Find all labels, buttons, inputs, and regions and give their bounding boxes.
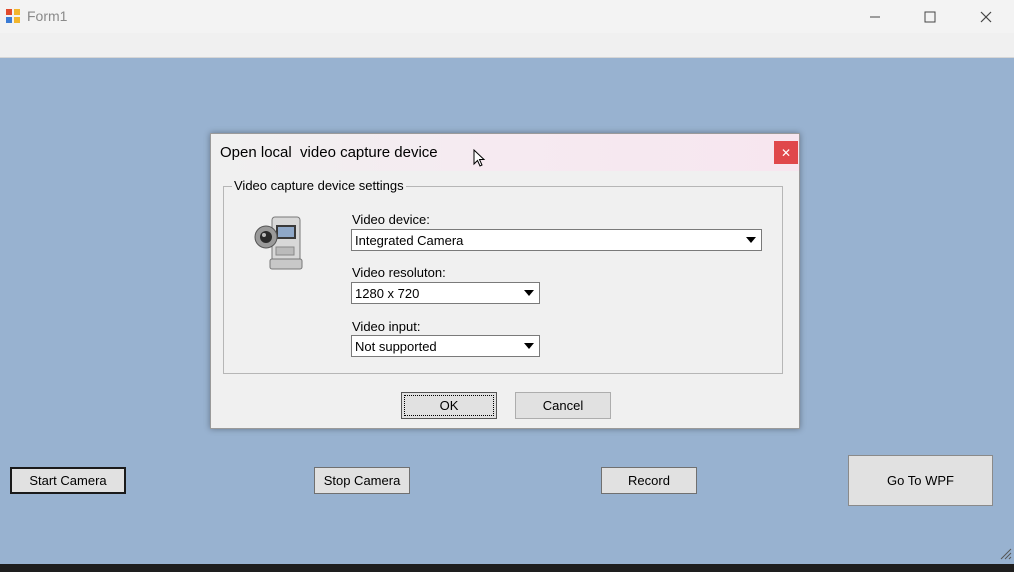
video-camera-icon [254,216,303,270]
chevron-down-icon[interactable] [519,336,539,356]
maximize-button[interactable] [902,0,958,33]
video-resolution-value: 1280 x 720 [355,286,420,301]
resize-grip-icon[interactable] [998,546,1012,560]
app-icon [6,9,20,23]
dialog-title-bar[interactable]: Open local video capture device ✕ [211,134,799,171]
video-input-label: Video input: [352,319,421,334]
video-device-label: Video device: [352,212,430,227]
dialog-title: Open local video capture device [220,144,438,161]
focus-rectangle [404,395,494,416]
video-device-select[interactable]: Integrated Camera [351,229,762,251]
maximize-icon [924,11,936,22]
device-settings-group: Video capture device settings Video devi… [223,178,783,374]
start-camera-button[interactable]: Start Camera [10,467,126,494]
group-title: Video capture device settings [232,178,406,193]
chevron-down-icon[interactable] [519,283,539,303]
video-resolution-label: Video resoluton: [352,265,446,280]
taskbar-edge [0,564,1014,572]
video-resolution-select[interactable]: 1280 x 720 [351,282,540,304]
record-button[interactable]: Record [601,467,697,494]
menu-strip [0,33,1014,58]
cancel-button[interactable]: Cancel [515,392,611,419]
ok-button[interactable]: OK [401,392,497,419]
mouse-cursor-icon [473,149,486,167]
video-input-value: Not supported [355,339,437,354]
minimize-button[interactable] [847,0,903,33]
close-window-button[interactable] [958,0,1014,33]
chevron-down-icon[interactable] [741,230,761,250]
video-input-select[interactable]: Not supported [351,335,540,357]
stop-camera-button[interactable]: Stop Camera [314,467,410,494]
video-capture-dialog: Open local video capture device ✕ Video … [210,133,800,429]
go-to-wpf-button[interactable]: Go To WPF [848,455,993,506]
close-icon [980,11,992,22]
video-device-value: Integrated Camera [355,233,464,248]
dialog-close-button[interactable]: ✕ [774,141,798,164]
window-title: Form1 [27,8,68,24]
minimize-icon [870,16,880,17]
title-bar[interactable]: Form1 [0,0,1014,33]
